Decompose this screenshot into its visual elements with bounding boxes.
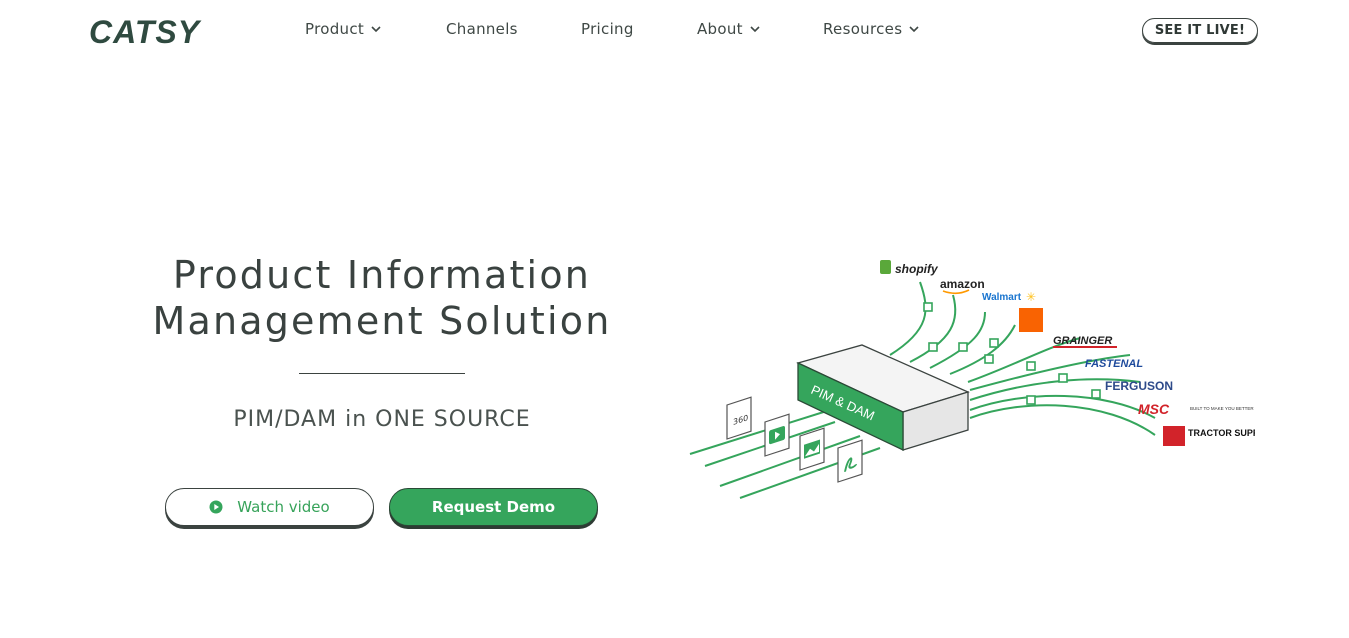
msc-tagline: BUILT TO MAKE YOU BETTER (1190, 406, 1254, 411)
hero-title-line1: Product Information (172, 253, 592, 297)
walmart-logo: Walmart (982, 292, 1022, 303)
watch-video-button[interactable]: Watch video (165, 488, 374, 526)
chevron-down-icon (750, 26, 760, 33)
chevron-down-icon (371, 26, 381, 33)
nav-resources[interactable]: Resources (823, 20, 920, 38)
request-demo-button[interactable]: Request Demo (389, 488, 598, 526)
nav-channels-label: Channels (446, 20, 518, 38)
hero-subtitle: PIM/DAM in ONE SOURCE (233, 407, 531, 432)
chevron-down-icon (909, 26, 919, 33)
watch-video-label: Watch video (237, 498, 330, 516)
grainger-logo: GRAINGER (1053, 335, 1112, 347)
fastenal-logo: FASTENAL (1085, 358, 1143, 370)
tractor-supply-logo: TRACTOR SUPPLY CO (1188, 428, 1255, 438)
amazon-logo: amazon (940, 277, 985, 291)
nav-channels[interactable]: Channels (446, 20, 518, 38)
shopify-logo: shopify (895, 262, 939, 276)
nav-product-label: Product (305, 20, 365, 38)
logo-text: CATSY (89, 16, 202, 46)
tractor-supply-badge (1163, 426, 1185, 446)
nav-resources-label: Resources (823, 20, 903, 38)
nav-pricing-label: Pricing (581, 20, 634, 38)
ferguson-logo: FERGUSON (1105, 379, 1173, 393)
shopify-bag-icon (880, 260, 891, 274)
hero-title: Product Information Management Solution (100, 252, 664, 344)
see-it-live-button[interactable]: SEE IT LIVE! (1142, 18, 1258, 43)
walmart-spark-icon: ✳ (1026, 290, 1036, 304)
nav-about[interactable]: About (697, 20, 761, 38)
play-icon (209, 500, 223, 514)
msc-logo: MSC (1138, 401, 1170, 417)
nav-about-label: About (697, 20, 743, 38)
hero-divider (299, 373, 465, 374)
nav-product[interactable]: Product (305, 20, 382, 38)
catsy-logo[interactable]: CATSY (89, 16, 251, 46)
pim-dam-illustration: PIM & DAM 360 shopify amazon Walmart ✳ G… (689, 260, 1255, 499)
hero-title-line2: Management Solution (152, 299, 612, 343)
nav-pricing[interactable]: Pricing (581, 20, 634, 38)
home-depot-logo (1019, 308, 1043, 332)
